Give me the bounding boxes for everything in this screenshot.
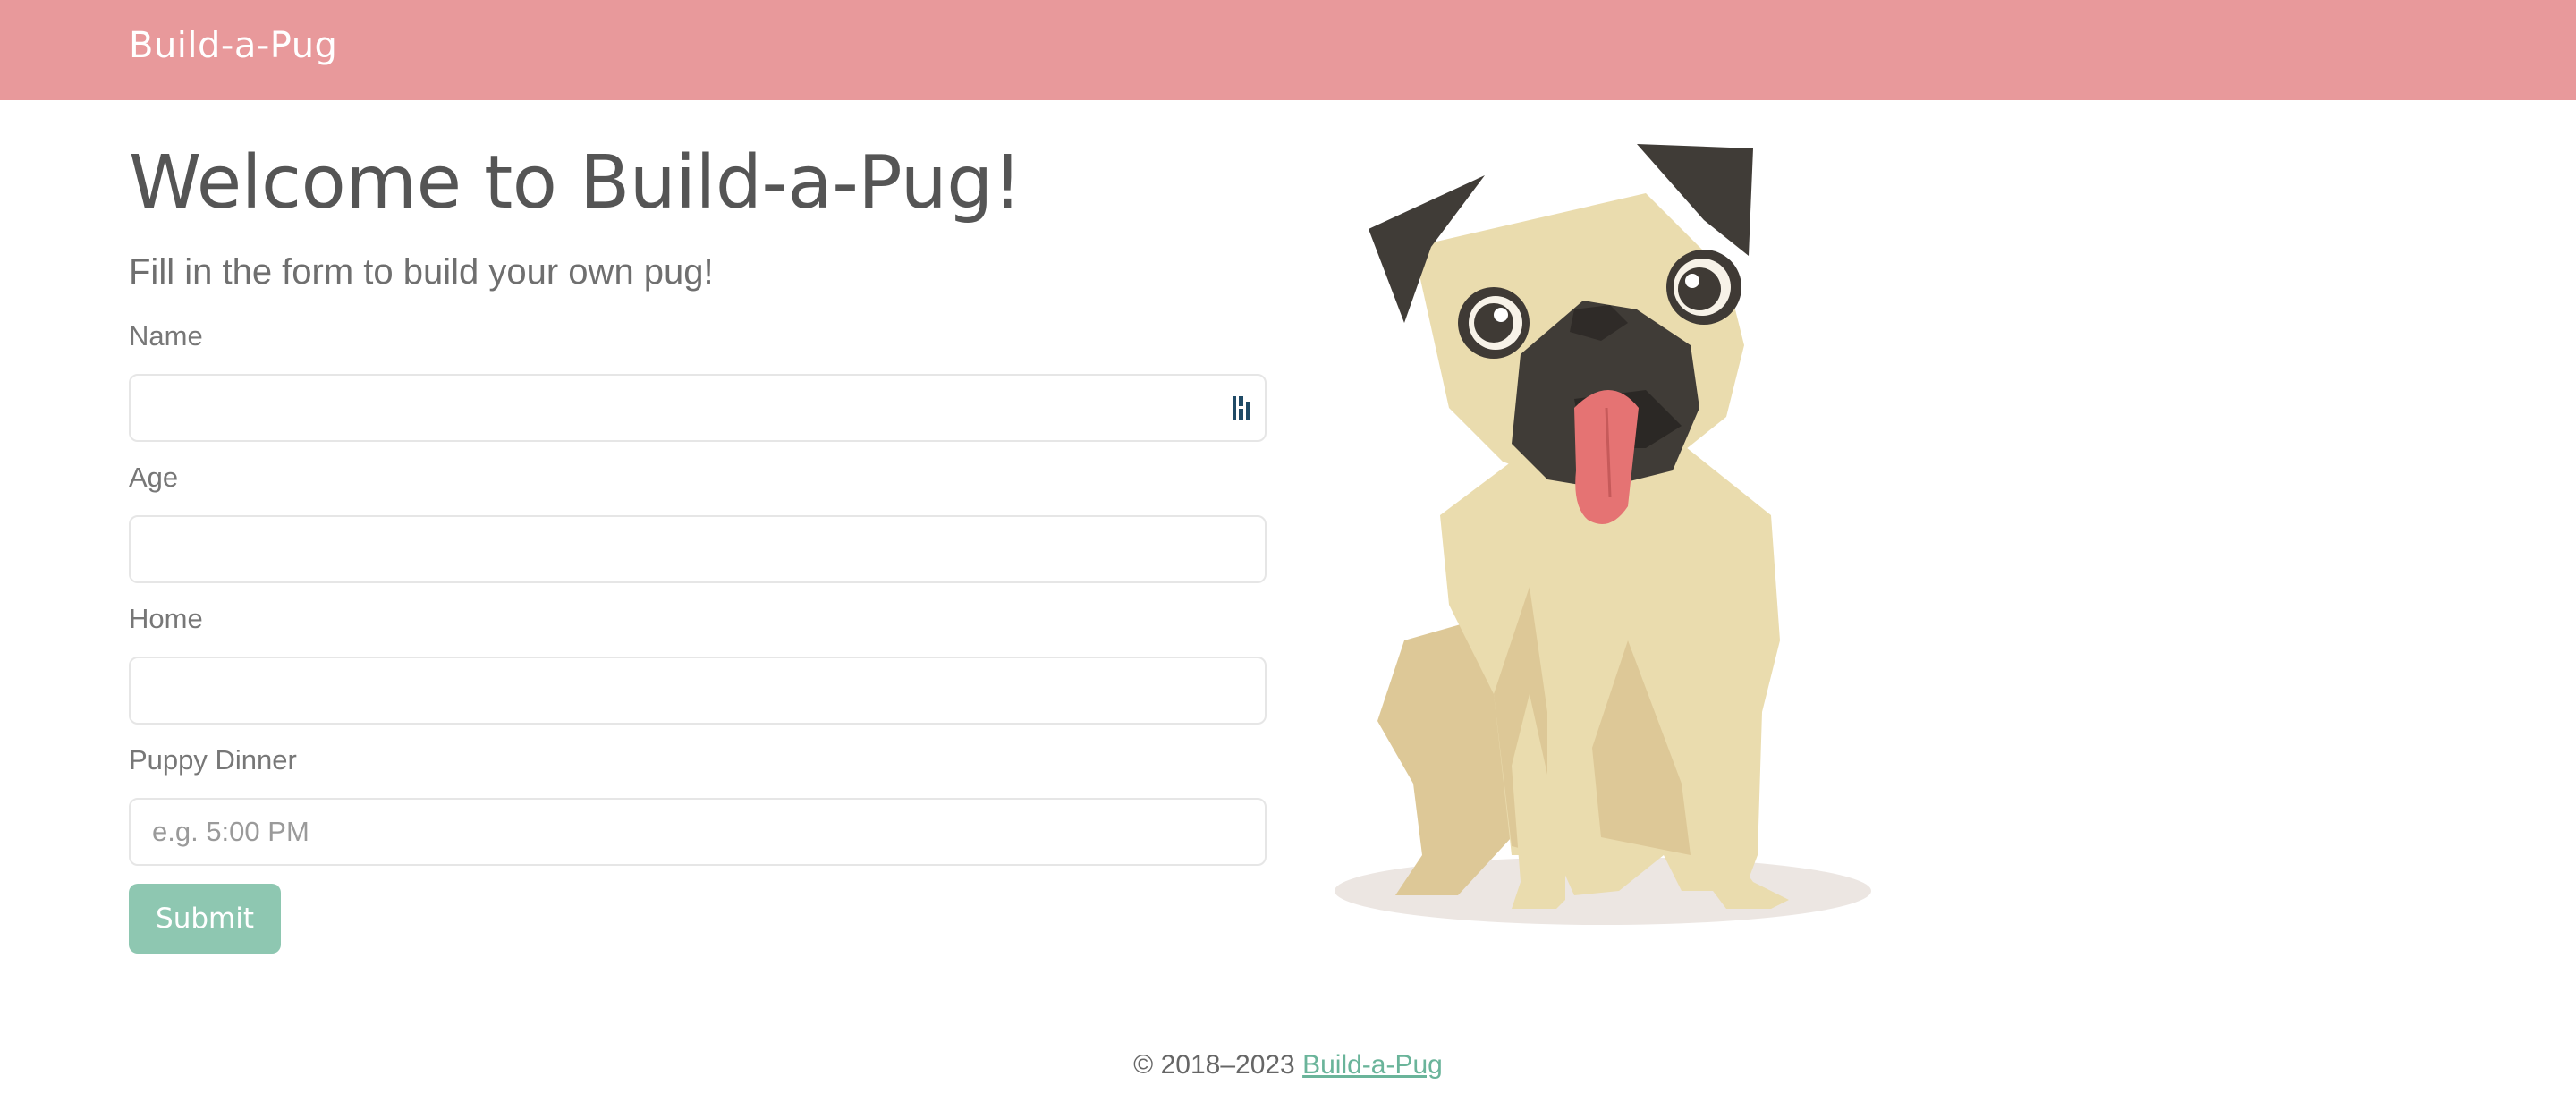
page-title: Welcome to Build-a-Pug! [129,140,1022,225]
form-group-home: Home [129,603,1267,725]
form-group-name: Name [129,320,1267,443]
age-label: Age [129,462,179,494]
home-label: Home [129,603,203,635]
name-input-wrap [129,374,1267,443]
footer-copyright: © 2018–2023 [1133,1050,1303,1080]
password-manager-icon[interactable] [1231,394,1256,421]
puppy-dinner-input[interactable] [129,798,1267,867]
age-input[interactable] [129,515,1267,584]
footer-link[interactable]: Build-a-Pug [1302,1050,1443,1080]
pug-form: Name Age Home Puppy Dinner e.g. 5:00 PM … [129,320,1267,954]
brand-link[interactable]: Build-a-Pug [129,25,337,66]
puppy-dinner-input-wrap [129,798,1267,867]
footer: © 2018–2023 Build-a-Pug [0,1050,2576,1081]
form-group-puppy-dinner: Puppy Dinner [129,744,1267,867]
age-input-wrap [129,515,1267,584]
name-input[interactable] [129,374,1267,443]
pug-illustration [1335,144,1871,925]
lead-text: Fill in the form to build your own pug! [129,252,714,292]
form-group-age: Age [129,462,1267,584]
puppy-dinner-label: Puppy Dinner [129,744,297,776]
submit-button[interactable]: Submit [129,884,281,954]
home-input-wrap [129,657,1267,725]
navbar: Build-a-Pug [0,0,2576,100]
main-content: Welcome to Build-a-Pug! Fill in the form… [129,140,1267,954]
home-input[interactable] [129,657,1267,725]
name-label: Name [129,320,203,352]
